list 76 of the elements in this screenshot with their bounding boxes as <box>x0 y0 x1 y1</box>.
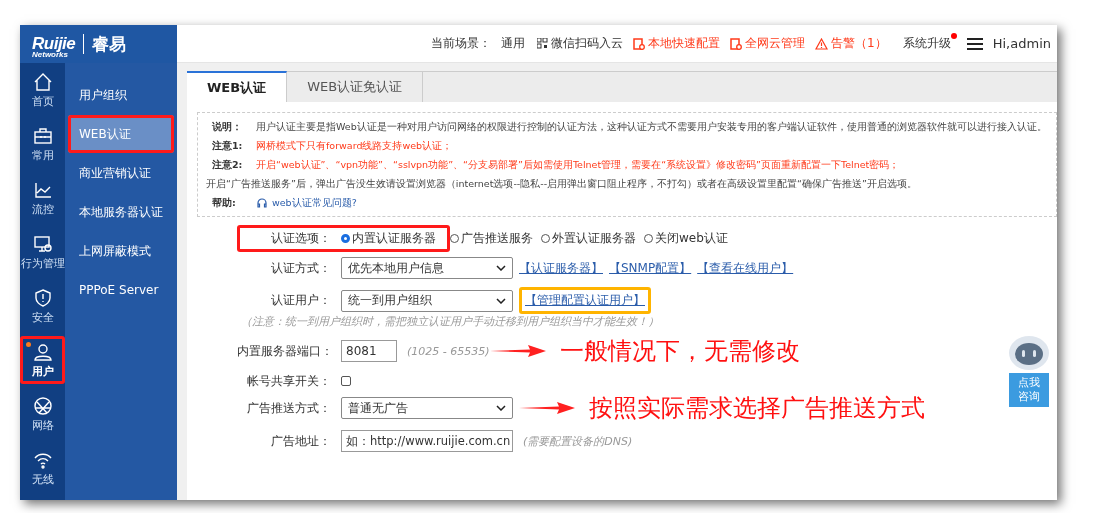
qr-icon <box>537 38 549 49</box>
field-label: 认证方式： <box>270 259 332 277</box>
nav-item[interactable]: 首页 <box>20 66 65 114</box>
field-label: 认证用户： <box>270 292 332 309</box>
field-label: 广告地址： <box>270 432 332 450</box>
header-link[interactable]: 全网云管理 <box>730 35 806 52</box>
submenu-item[interactable]: 商业营销认证 <box>68 154 174 192</box>
info-label: 注意2: <box>212 158 244 172</box>
info-label: 注意1: <box>212 139 244 153</box>
dropdown[interactable]: 统一到用户组织 <box>341 289 513 312</box>
annotation-text: 一般情况下，无需修改 <box>559 337 800 365</box>
hint-text: (1025 - 65535) <box>407 344 490 358</box>
field-label: 认证选项： <box>270 230 332 247</box>
submenu-item[interactable]: 上网屏蔽模式 <box>68 232 174 270</box>
globe-icon <box>32 395 53 416</box>
field-label: 内置服务器端口： <box>237 342 334 360</box>
config-icon <box>633 37 646 50</box>
nav-item[interactable]: 网络 <box>20 390 65 438</box>
user-greeting[interactable]: Hi,admin <box>992 36 1051 51</box>
radio-button[interactable] <box>341 234 350 243</box>
toolbox-icon <box>32 125 53 146</box>
input-field[interactable]: 如：http://www.ruijie.com.cn <box>341 430 513 452</box>
product-name: 睿易 <box>92 32 127 56</box>
submenu-item[interactable]: 本地服务器认证 <box>68 193 174 231</box>
robot-icon <box>1007 333 1051 371</box>
help-link[interactable]: web认证常见问题? <box>272 193 357 212</box>
info-text: 开启“广告推送服务”后，弹出广告没生效请设置浏览器（internet选项--隐私--启用弹出窗口阻止程序，不打勾）或者在高级设置里配置“确保广告推送”开启选项。 <box>206 177 917 191</box>
input-field[interactable]: 8081 <box>341 340 397 362</box>
header-link[interactable]: 告警（1） <box>815 35 887 52</box>
scene-value: 通用 <box>501 35 526 52</box>
tab[interactable]: WEB认证 <box>187 71 288 102</box>
info-text: 网桥模式下只有forward线路支持web认证； <box>256 139 453 153</box>
radio-option[interactable]: 关闭web认证 <box>644 230 728 247</box>
hint-text: （注意：统一到用户组织时，需把独立认证用户手动迁移到用户组织当中才能生效！） <box>241 314 659 330</box>
nav-item[interactable]: 行为管理 <box>20 228 65 276</box>
home-icon <box>32 71 53 92</box>
shield-icon <box>32 287 53 308</box>
radio-option[interactable]: 广告推送服务 <box>450 230 533 247</box>
chevron-down-icon <box>496 265 506 271</box>
header-link[interactable]: 本地快速配置 <box>633 35 721 52</box>
submenu-item[interactable]: 用户组织 <box>68 76 174 114</box>
info-text: 开启“web认证”、“vpn功能”、“sslvpn功能”、“分支易部署”后如需使用Telnet管理，需要在“系统设置》修改密码”页面重新配置一下Telnet密码； <box>256 158 900 172</box>
system-upgrade-link[interactable]: 系统升级 <box>902 35 951 52</box>
submenu-item[interactable]: PPPoE Server <box>68 271 174 309</box>
checkbox[interactable] <box>341 376 351 386</box>
hint-text: (需要配置设备的DNS) <box>523 433 633 449</box>
config-icon <box>730 37 743 50</box>
dropdown[interactable]: 优先本地用户信息 <box>341 257 513 279</box>
logo-text: Ruijie <box>32 34 76 53</box>
chevron-down-icon <box>496 297 506 304</box>
nav-item[interactable]: 安全 <box>20 282 65 330</box>
info-text: 用户认证主要是指Web认证是一种对用户访问网络的权限进行控制的认证方法，这种认证方式不需要用户安装专用的客户端认证软件，使用普通的浏览器软件就可以进行接入认证。 <box>256 120 1047 134</box>
user-icon <box>32 341 53 362</box>
field-label: 帐号共享开关： <box>246 372 332 390</box>
radio-option[interactable]: 外置认证服务器 <box>541 230 636 247</box>
annotation-text: 按照实际需求选择广告推送方式 <box>589 394 925 422</box>
config-link[interactable]: 【认证服务器】 <box>519 259 603 277</box>
radio-option[interactable]: 内置认证服务器 <box>341 230 436 247</box>
monitor-icon <box>32 233 53 254</box>
dropdown[interactable]: 普通无广告 <box>341 397 513 419</box>
warning-icon <box>815 37 829 50</box>
nav-item[interactable]: 常用 <box>20 120 65 168</box>
nav-item[interactable]: 用户 <box>20 336 65 384</box>
scene-label: 当前场景： <box>431 35 492 52</box>
config-link[interactable]: 【查看在线用户】 <box>697 259 794 277</box>
field-label: 广告推送方式： <box>246 399 332 417</box>
header-link[interactable]: 微信扫码入云 <box>537 35 624 52</box>
headset-icon <box>256 196 268 209</box>
config-link[interactable]: 【SNMP配置】 <box>609 259 692 277</box>
nav-item[interactable]: 无线 <box>20 444 65 492</box>
info-label: 说明： <box>212 120 243 134</box>
chevron-down-icon <box>496 405 506 411</box>
menu-icon[interactable] <box>966 37 983 50</box>
nav-item[interactable]: 流控 <box>20 174 65 222</box>
info-label: 帮助: <box>212 196 237 210</box>
config-link[interactable]: 【管理配置认证用户】 <box>519 287 651 314</box>
